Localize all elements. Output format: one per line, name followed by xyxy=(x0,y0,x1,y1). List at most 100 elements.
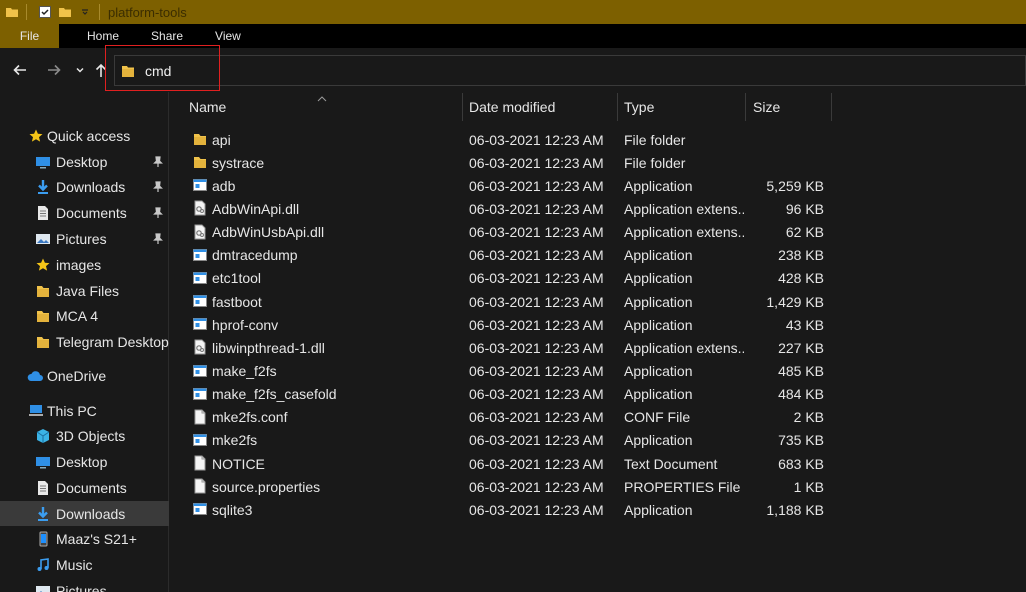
sidebar-item-pictures[interactable]: Pictures xyxy=(0,226,169,251)
back-arrow-icon[interactable] xyxy=(10,60,30,80)
new-folder-icon[interactable] xyxy=(57,4,73,20)
file-row[interactable]: make_f2fs 06-03-2021 12:23 AM Application 4… xyxy=(186,360,832,383)
sidebar-item-music[interactable]: Music xyxy=(0,552,169,577)
tab-file[interactable]: File xyxy=(0,24,59,48)
sidebar-item-java-files[interactable]: Java Files xyxy=(0,278,169,303)
column-divider[interactable] xyxy=(745,93,746,121)
file-row[interactable]: adb 06-03-2021 12:23 AM Application 5,259 K… xyxy=(186,174,832,197)
computer-icon xyxy=(28,403,44,419)
sidebar-item-documents[interactable]: Documents xyxy=(0,475,169,500)
file-date-modified: 06-03-2021 12:23 AM xyxy=(469,455,604,472)
tab-share[interactable]: Share xyxy=(135,24,199,48)
file-row[interactable]: etc1tool 06-03-2021 12:23 AM Application 42… xyxy=(186,267,832,290)
column-header-size[interactable]: Size xyxy=(753,92,780,122)
file-row[interactable]: make_f2fs_casefold 06-03-2021 12:23 AM App… xyxy=(186,383,832,406)
file-row[interactable]: hprof-conv 06-03-2021 12:23 AM Application… xyxy=(186,313,832,336)
sidebar-item-pictures[interactable]: Pictures xyxy=(0,578,169,592)
file-date-modified: 06-03-2021 12:23 AM xyxy=(469,270,604,287)
file-row[interactable]: api 06-03-2021 12:23 AM File folder xyxy=(186,128,832,151)
file-row[interactable]: AdbWinUsbApi.dll 06-03-2021 12:23 AM Appli… xyxy=(186,221,832,244)
sidebar-item-documents[interactable]: Documents xyxy=(0,200,169,225)
file-date-modified: 06-03-2021 12:23 AM xyxy=(469,478,604,495)
star-icon xyxy=(35,257,51,273)
file-size: 485 KB xyxy=(778,363,824,379)
column-divider[interactable] xyxy=(462,93,463,121)
file-name: systrace xyxy=(212,154,265,171)
sidebar-item-mca-4[interactable]: MCA 4 xyxy=(0,303,169,328)
download-icon xyxy=(35,179,51,195)
file-date-modified: 06-03-2021 12:23 AM xyxy=(469,247,604,264)
sidebar-item-label: Documents xyxy=(56,204,127,221)
file-size: 683 KB xyxy=(778,455,824,472)
sidebar-item-telegram-desktop[interactable]: Telegram Desktop xyxy=(0,329,169,354)
sidebar-item-desktop[interactable]: Desktop xyxy=(0,449,169,474)
file-date-modified: 06-03-2021 12:23 AM xyxy=(469,154,604,171)
recent-locations-chevron-icon[interactable] xyxy=(70,60,90,80)
sidebar-item-onedrive[interactable]: OneDrive xyxy=(0,363,169,388)
tab-home[interactable]: Home xyxy=(71,24,135,48)
file-name: NOTICE xyxy=(212,455,265,472)
file-row[interactable]: sqlite3 06-03-2021 12:23 AM Application 1,1… xyxy=(186,498,832,521)
music-icon xyxy=(35,557,51,573)
app-icon xyxy=(192,316,208,332)
sidebar-item-downloads[interactable]: Downloads xyxy=(0,174,169,199)
column-divider[interactable] xyxy=(617,93,618,121)
customize-quick-access-icon[interactable] xyxy=(77,4,93,20)
file-date-modified: 06-03-2021 12:23 AM xyxy=(469,501,604,518)
column-header-type[interactable]: Type xyxy=(624,92,654,122)
file-row[interactable]: AdbWinApi.dll 06-03-2021 12:23 AM Applicat… xyxy=(186,197,832,220)
file-type: Application xyxy=(624,293,693,310)
sidebar-item-quick-access[interactable]: Quick access xyxy=(0,123,169,148)
column-header-name[interactable]: Name xyxy=(189,92,226,122)
sidebar-item-label: MCA 4 xyxy=(56,307,99,324)
file-row[interactable]: NOTICE 06-03-2021 12:23 AM Text Document 68… xyxy=(186,452,832,475)
file-row[interactable]: dmtracedump 06-03-2021 12:23 AM Applicatio… xyxy=(186,244,832,267)
pictures-icon xyxy=(35,231,51,247)
pictures-icon xyxy=(35,583,51,592)
file-date-modified: 06-03-2021 12:23 AM xyxy=(469,224,604,241)
column-header-date[interactable]: Date modified xyxy=(469,92,555,122)
column-divider[interactable] xyxy=(831,93,832,121)
sidebar-item-downloads[interactable]: Downloads xyxy=(0,501,169,526)
up-arrow-icon[interactable] xyxy=(91,60,111,80)
file-type: Application xyxy=(624,177,693,194)
file-size: 1 KB xyxy=(793,478,824,495)
file-row[interactable]: systrace 06-03-2021 12:23 AM File folder xyxy=(186,151,832,174)
download-icon xyxy=(35,506,51,522)
forward-arrow-icon[interactable] xyxy=(44,60,64,80)
sidebar-item-label: Downloads xyxy=(56,505,126,522)
sidebar-item-label: This PC xyxy=(47,402,97,419)
file-size: 96 KB xyxy=(785,200,824,217)
dll-icon xyxy=(192,224,208,240)
properties-icon[interactable] xyxy=(37,4,53,20)
sidebar-item-images[interactable]: images xyxy=(0,252,169,277)
sidebar-item-this-pc[interactable]: This PC xyxy=(0,398,169,423)
divider xyxy=(26,4,27,20)
pin-icon xyxy=(152,155,164,168)
file-size: 5,259 KB xyxy=(766,177,824,194)
sidebar-item-label: OneDrive xyxy=(47,367,107,384)
address-input[interactable]: cmd xyxy=(145,63,171,79)
app-icon xyxy=(192,247,208,263)
file-row[interactable]: libwinpthread-1.dll 06-03-2021 12:23 AM Ap… xyxy=(186,336,832,359)
file-date-modified: 06-03-2021 12:23 AM xyxy=(469,339,604,356)
pin-icon xyxy=(152,232,164,245)
pin-icon xyxy=(152,180,164,193)
file-size xyxy=(748,128,824,151)
sidebar-item-desktop[interactable]: Desktop xyxy=(0,149,169,174)
file-row[interactable]: mke2fs.conf 06-03-2021 12:23 AM CONF File 2… xyxy=(186,406,832,429)
file-type: Application extens... xyxy=(624,224,744,241)
file-size: 735 KB xyxy=(778,432,824,449)
file-date-modified: 06-03-2021 12:23 AM xyxy=(469,432,604,449)
tab-view[interactable]: View xyxy=(199,24,257,48)
file-row[interactable]: fastboot 06-03-2021 12:23 AM Application 1,… xyxy=(186,290,832,313)
sidebar-item-label: Telegram Desktop xyxy=(56,333,169,350)
address-bar[interactable]: cmd xyxy=(114,55,1026,86)
sidebar-item-3d-objects[interactable]: 3D Objects xyxy=(0,423,169,448)
file-row[interactable]: mke2fs 06-03-2021 12:23 AM Application 735 … xyxy=(186,429,832,452)
sidebar-item-label: Documents xyxy=(56,479,127,496)
file-row[interactable]: source.properties 06-03-2021 12:23 AM PROP… xyxy=(186,475,832,498)
sidebar-item-maaz-s-s21[interactable]: Maaz's S21+ xyxy=(0,526,169,551)
dll-icon xyxy=(192,339,208,355)
folder-icon xyxy=(192,131,208,147)
